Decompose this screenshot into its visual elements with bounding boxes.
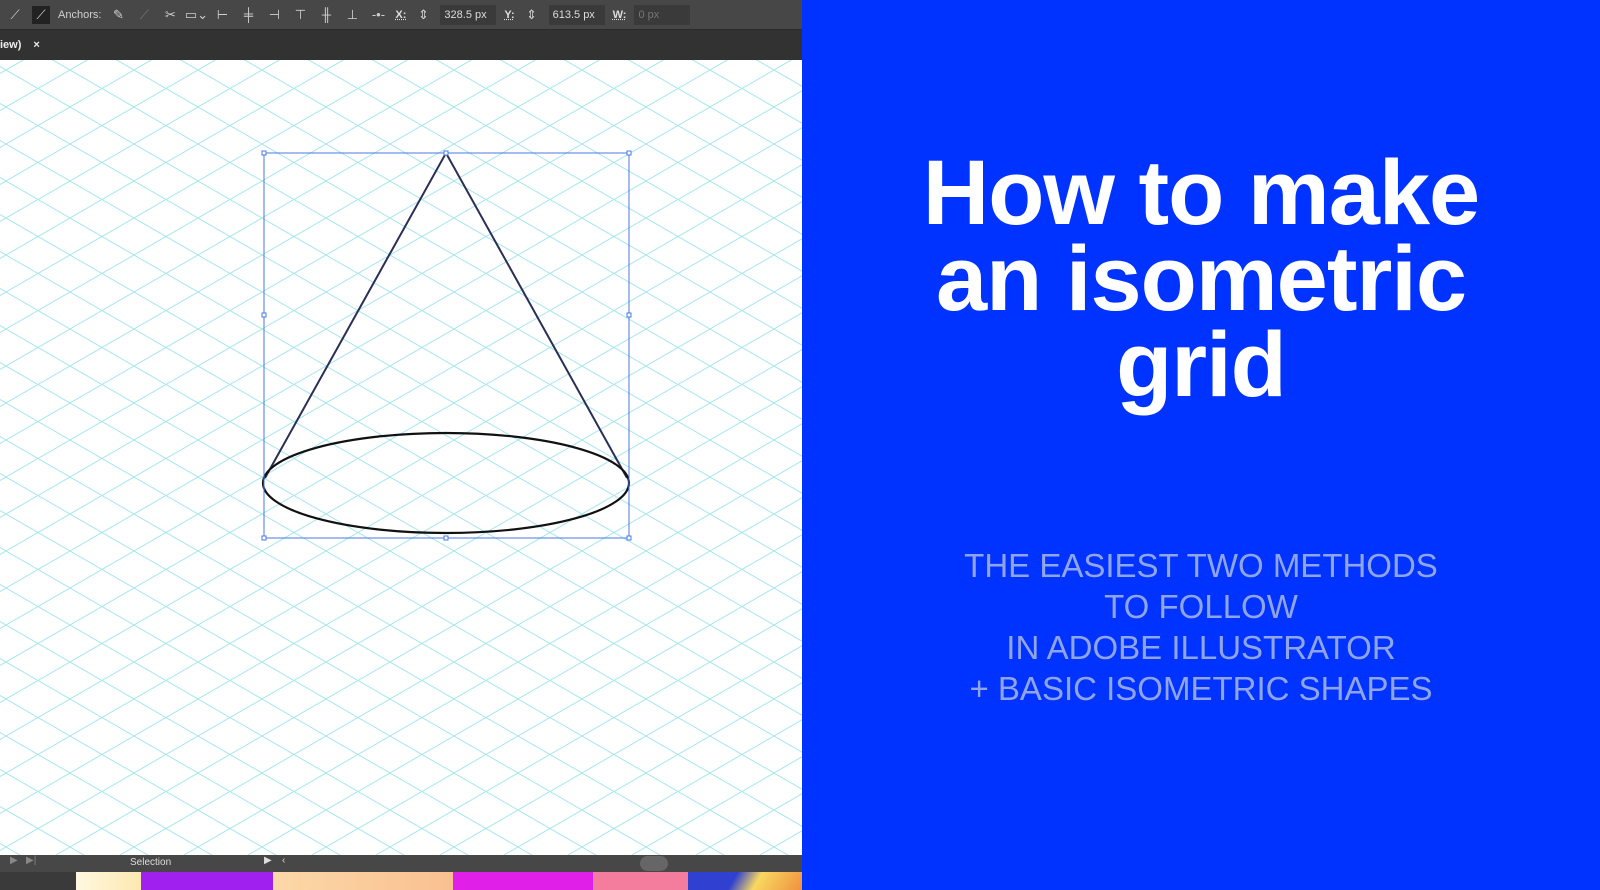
- anchors-label: Anchors:: [58, 8, 102, 21]
- convert-smooth-icon[interactable]: ⟋: [32, 5, 50, 24]
- status-bar: ▶ ▶| Selection ▶ ‹: [0, 855, 802, 872]
- x-label: X:: [395, 8, 407, 21]
- scrollbar-thumb[interactable]: [640, 856, 668, 871]
- y-field[interactable]: 613.5 px: [548, 4, 605, 25]
- status-menu-icon[interactable]: ▶: [264, 855, 272, 866]
- slide-subtitle: THE EASIEST TWO METHODS TO FOLLOW IN ADO…: [802, 545, 1600, 709]
- align-top-icon[interactable]: ⊤: [291, 6, 309, 24]
- anchor-point-icon[interactable]: -•-: [369, 6, 387, 24]
- scroll-left-icon[interactable]: ‹: [282, 855, 285, 866]
- background-artwork-strip: [0, 872, 802, 890]
- x-stepper-icon[interactable]: ⇕: [414, 6, 432, 24]
- illustrator-window: ⟋ ⟋ Anchors: ✎ ⟋ ✂ ▭⌄ ⊢ ╪ ⊣ ⊤ ╫ ⊥ -•- X:…: [0, 0, 802, 890]
- align-bottom-icon[interactable]: ⊥: [343, 6, 361, 24]
- close-tab-icon[interactable]: ×: [33, 39, 39, 51]
- w-label: W:: [612, 8, 627, 21]
- align-hcenter-icon[interactable]: ╪: [239, 6, 257, 24]
- align-left-icon[interactable]: ⊢: [213, 6, 231, 24]
- w-field[interactable]: 0 px: [634, 4, 691, 25]
- document-tab[interactable]: iew): [0, 39, 21, 51]
- slide-title: How to make an isometric grid: [802, 142, 1600, 416]
- skip-end-icon[interactable]: ▶|: [26, 855, 36, 866]
- isometric-grid-artwork: [0, 60, 802, 855]
- y-label: Y:: [504, 8, 515, 21]
- subtitle-line: + BASIC ISOMETRIC SHAPES: [969, 670, 1433, 707]
- isometric-grid: [0, 60, 802, 855]
- convert-corner-icon[interactable]: ⟋: [6, 6, 24, 24]
- play-icon[interactable]: ▶: [10, 855, 18, 866]
- align-right-icon[interactable]: ⊣: [265, 6, 283, 24]
- subtitle-line: IN ADOBE ILLUSTRATOR: [1006, 629, 1396, 666]
- align-vcenter-icon[interactable]: ╫: [317, 6, 335, 24]
- title-panel: How to make an isometric grid THE EASIES…: [802, 0, 1600, 890]
- title-line: an isometric: [936, 228, 1467, 330]
- subtitle-line: THE EASIEST TWO METHODS: [964, 547, 1438, 584]
- status-mode[interactable]: Selection: [130, 857, 171, 868]
- x-field[interactable]: 328.5 px: [440, 4, 497, 25]
- title-line: How to make: [922, 142, 1480, 244]
- subtitle-line: TO FOLLOW: [1104, 588, 1298, 625]
- transform-icon[interactable]: ▭⌄: [185, 6, 208, 24]
- handles-icon[interactable]: ⟋: [135, 6, 153, 24]
- y-stepper-icon[interactable]: ⇕: [523, 6, 541, 24]
- control-toolbar: ⟋ ⟋ Anchors: ✎ ⟋ ✂ ▭⌄ ⊢ ╪ ⊣ ⊤ ╫ ⊥ -•- X:…: [0, 0, 802, 30]
- title-line: grid: [1116, 314, 1287, 416]
- cut-path-icon[interactable]: ✂: [161, 6, 179, 24]
- document-tab-bar: iew) ×: [0, 30, 802, 60]
- artboard-canvas[interactable]: [0, 60, 802, 855]
- pen-anchor-icon[interactable]: ✎: [109, 6, 127, 24]
